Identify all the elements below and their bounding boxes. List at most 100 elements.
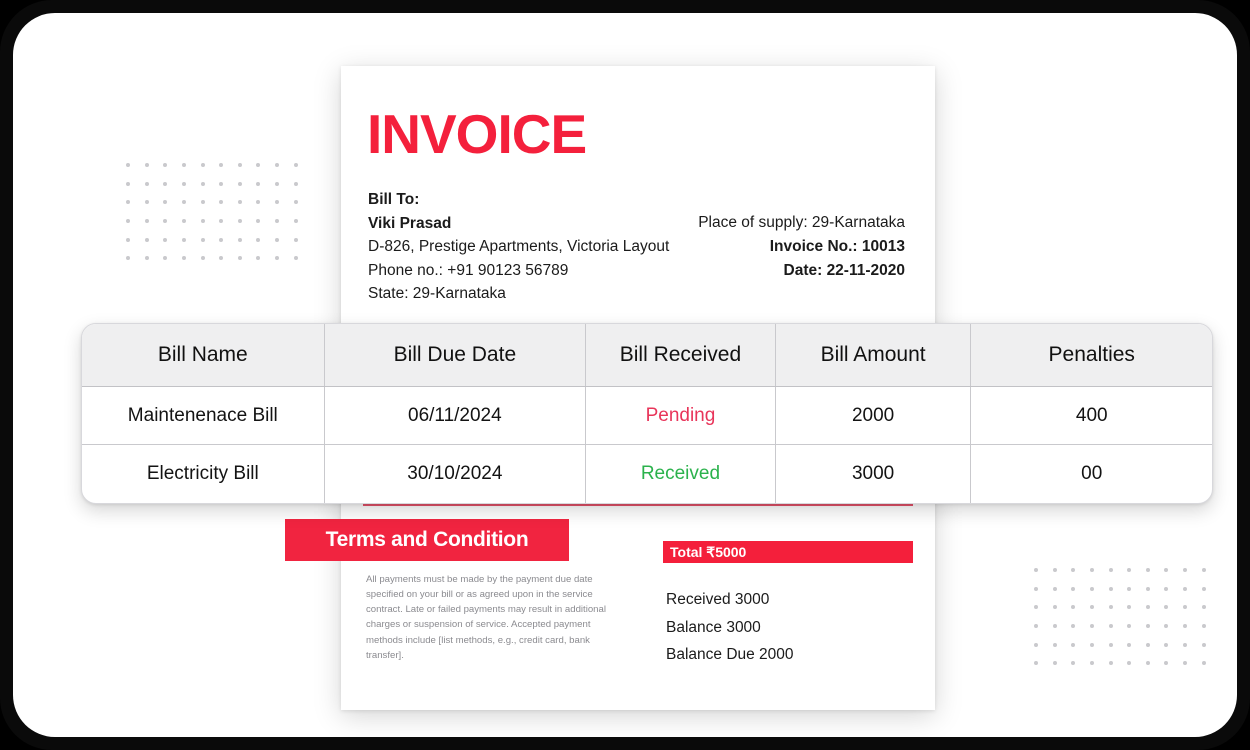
dot: [237, 163, 242, 168]
dot: [1183, 586, 1188, 591]
dot: [1034, 568, 1039, 573]
dot: [275, 163, 280, 168]
dot: [182, 237, 187, 242]
bill-to-address: D-826, Prestige Apartments, Victoria Lay…: [368, 238, 670, 256]
decorative-dot-grid-left: [119, 156, 305, 268]
dot: [1071, 642, 1076, 647]
dot: [1071, 568, 1076, 573]
dot: [200, 163, 205, 168]
dot: [219, 219, 224, 224]
status-badge: Received: [586, 445, 776, 503]
dot: [256, 200, 261, 205]
dot: [293, 219, 298, 224]
dot: [1108, 661, 1113, 666]
page-title: INVOICE: [367, 103, 587, 165]
cell-due-date: 06/11/2024: [325, 387, 587, 444]
dot: [256, 237, 261, 242]
dot: [1164, 586, 1169, 591]
cell-bill-name: Maintenenace Bill: [82, 387, 325, 444]
dot: [163, 237, 168, 242]
dot: [293, 200, 298, 205]
terms-and-condition-banner: Terms and Condition: [285, 519, 569, 561]
page-surface: INVOICE Bill To: Viki Prasad D-826, Pres…: [13, 13, 1237, 737]
dot: [1201, 568, 1206, 573]
bill-to-name: Viki Prasad: [368, 214, 452, 232]
dot: [1034, 661, 1039, 666]
dot: [163, 219, 168, 224]
dot: [219, 163, 224, 168]
column-header-bill-amount: Bill Amount: [776, 324, 972, 386]
dot: [275, 219, 280, 224]
dot: [293, 237, 298, 242]
dot: [144, 200, 149, 205]
dot: [182, 200, 187, 205]
dot: [1183, 642, 1188, 647]
dot: [1164, 642, 1169, 647]
dot: [1108, 624, 1113, 629]
status-badge: Pending: [586, 387, 776, 444]
dot: [1127, 568, 1132, 573]
dot: [126, 200, 131, 205]
dot: [1201, 586, 1206, 591]
table-row[interactable]: Electricity Bill 30/10/2024 Received 300…: [82, 445, 1212, 503]
column-header-bill-name: Bill Name: [82, 324, 325, 386]
dot: [1145, 586, 1150, 591]
dot: [256, 219, 261, 224]
dot: [182, 219, 187, 224]
dot: [1071, 661, 1076, 666]
dot: [275, 200, 280, 205]
dot: [1183, 605, 1188, 610]
terms-body-text: All payments must be made by the payment…: [366, 574, 606, 661]
bill-to-block: Bill To: Viki Prasad D-826, Prestige Apa…: [368, 188, 669, 306]
dot: [126, 219, 131, 224]
dot: [1127, 586, 1132, 591]
dot: [1108, 586, 1113, 591]
dot: [1090, 568, 1095, 573]
dot: [1071, 605, 1076, 610]
dot: [1127, 661, 1132, 666]
decorative-dot-grid-right: [1027, 561, 1213, 673]
dot: [1052, 605, 1057, 610]
dot: [126, 237, 131, 242]
dot: [144, 163, 149, 168]
dot: [237, 181, 242, 186]
dot: [275, 237, 280, 242]
total-balance-due: Balance Due 2000: [666, 646, 794, 664]
cell-penalties: 00: [1081, 463, 1103, 484]
dot: [1034, 586, 1039, 591]
dot: [163, 163, 168, 168]
dot: [293, 163, 298, 168]
cell-bill-amount: 2000: [776, 387, 972, 444]
dot: [1145, 661, 1150, 666]
bills-table: Bill Name Bill Due Date Bill Received Bi…: [81, 323, 1213, 504]
dot: [1052, 642, 1057, 647]
dot: [1164, 624, 1169, 629]
dot: [1127, 642, 1132, 647]
dot: [126, 163, 131, 168]
dot: [144, 219, 149, 224]
dot: [1127, 605, 1132, 610]
dot: [1090, 642, 1095, 647]
total-amount-label: Total ₹5000: [670, 543, 747, 560]
dot: [1183, 568, 1188, 573]
dot: [1090, 624, 1095, 629]
dot: [275, 181, 280, 186]
cell-due-date: 30/10/2024: [325, 445, 587, 503]
cell-bill-amount: 3000: [776, 445, 972, 503]
dot: [1090, 661, 1095, 666]
dot: [1164, 605, 1169, 610]
place-of-supply: Place of supply: 29-Karnataka: [698, 214, 905, 231]
cell-penalties: 400: [1075, 404, 1108, 426]
total-received: Received 3000: [666, 591, 770, 608]
invoice-meta-block: Place of supply: 29-Karnataka Invoice No…: [698, 211, 905, 283]
dot: [163, 200, 168, 205]
dot: [237, 237, 242, 242]
table-row[interactable]: Maintenenace Bill 06/11/2024 Pending 200…: [82, 387, 1212, 445]
dot: [1145, 624, 1150, 629]
dot: [1034, 624, 1039, 629]
dot: [237, 219, 242, 224]
dot: [200, 181, 205, 186]
dot: [1071, 586, 1076, 591]
dot: [200, 256, 205, 261]
dot: [1090, 605, 1095, 610]
